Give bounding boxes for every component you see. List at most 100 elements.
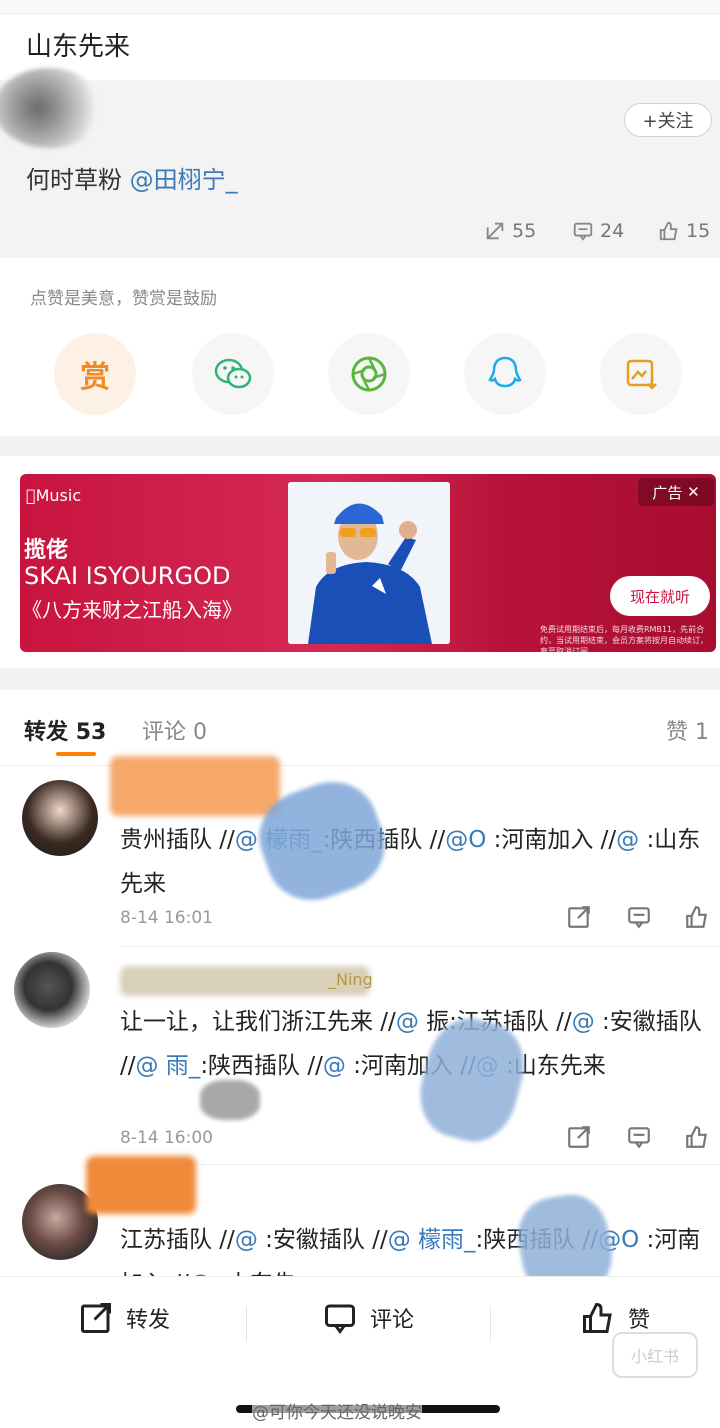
repost-icon [81,1303,111,1333]
tab-like[interactable]: 赞 1 [666,714,709,746]
thumbs-up-icon [686,1126,707,1148]
repost-2-time: 8-14 16:00 [120,1128,213,1148]
ad-artist: 揽佬 [24,538,69,563]
repost-text-segment: :安徽插队 // [265,1227,388,1253]
repost-2-name-suffix: _Ning [328,970,373,989]
repost-text-segment: 让一让，让我们浙江先来 // [120,1009,396,1035]
repost-text-segment: :陕 [475,1227,507,1253]
ad-artist-photo [288,482,450,644]
repost-text-segment [486,827,493,853]
wechat-icon [214,358,252,389]
share-count: 55 [512,220,537,242]
repost-1-comment-button[interactable] [626,904,652,934]
tabs-bar [0,690,720,766]
reward-button[interactable]: 赏 [54,333,136,415]
follow-button[interactable]: +关注 [624,103,712,137]
bottom-repost-label: 转发 [126,1308,171,1333]
bottom-like-button[interactable]: 赞 [580,1300,650,1336]
top-edge [0,0,720,14]
redaction-scribble [200,1080,260,1120]
comment-icon [628,1127,650,1149]
mention-link[interactable]: @ [396,1009,419,1035]
moments-icon [351,356,387,392]
tab-repost[interactable]: 转发 53 [24,714,106,746]
mention-link[interactable]: @ [388,1227,411,1253]
comment-icon [573,222,593,241]
repost-text-segment: 贵州插队 // [120,827,235,853]
apple-music-logo: Music [26,486,81,505]
repost-1-username[interactable] [110,756,280,816]
repost-2-avatar[interactable] [14,952,90,1028]
bar-separator [490,1306,491,1342]
mention-link[interactable]: @O [445,827,486,853]
ad-banner[interactable]: Music 揽佬 SKAI ISYOURGOD 《八方来财之江船入海》 广告 … [20,474,716,652]
repost-1-time: 8-14 16:01 [120,908,213,928]
share-stat[interactable]: 55 [484,220,536,242]
share-wechat-button[interactable] [192,333,274,415]
tab-active-indicator [56,752,96,756]
mention-link[interactable]: @ [235,827,258,853]
row-separator [120,1164,720,1165]
share-qq-button[interactable] [464,333,546,415]
quoted-post-mention[interactable]: @田栩宁_ [130,166,238,194]
bottom-comment-label: 评论 [370,1308,415,1333]
comment-stat[interactable]: 24 [572,220,624,242]
repost-2-share-button[interactable] [566,1124,592,1154]
section-divider [0,436,720,456]
share-moments-button[interactable] [328,333,410,415]
comment-icon [628,907,650,929]
repost-1-avatar[interactable] [22,780,98,856]
reward-tip: 点赞是美意，赞赏是鼓励 [30,289,217,309]
save-image-icon [626,359,657,390]
ad-fine-print: 免费试用期结束后，每月收费RMB11，先前合约，当试用期结束，会员方案将按月自动… [540,625,708,652]
reward-label: 赏 [80,360,110,395]
mention-link[interactable]: @ [235,1227,258,1253]
repost-3-username[interactable] [86,1156,196,1214]
quoted-post-text: 何时草粉 @田栩宁_ [26,160,238,195]
bottom-comment-button[interactable]: 评论 [322,1300,414,1336]
comment-icon [325,1304,355,1334]
repost-1-like-button[interactable] [684,904,710,934]
bar-separator [246,1306,247,1342]
watermark-logo: 小红书 [612,1332,698,1378]
bottom-repost-button[interactable]: 转发 [78,1300,170,1336]
save-image-button[interactable] [600,333,682,415]
like-stat[interactable]: 15 [658,220,710,242]
share-icon [568,1126,590,1148]
thumbs-up-icon [686,906,707,928]
comment-count: 24 [600,220,625,242]
like-count: 15 [686,220,711,242]
share-icon [568,906,590,928]
mention-link[interactable]: @ [136,1053,159,1079]
row-separator [120,946,720,947]
repost-text-segment: :河 [493,827,525,853]
watermark-credit: @可你今天还没说晚安 [252,1398,422,1423]
share-icon [486,222,504,240]
repost-1-share-button[interactable] [566,904,592,934]
qq-icon [488,356,522,388]
repost-2-like-button[interactable] [684,1124,710,1154]
repost-1-text: 贵州插队 //@ 檬雨_:陕西插队 //@O :河南加入 //@ :山东先来 [120,818,710,906]
repost-2-comment-button[interactable] [626,1124,652,1154]
close-icon[interactable]: ✕ [687,483,700,501]
ad-cta-button[interactable]: 现在就听 [610,576,710,616]
apple-icon:  [26,486,36,505]
repost-text-segment: :陕西插队 // [200,1053,323,1079]
mention-link[interactable]: 檬雨_ [411,1227,476,1253]
thumbs-up-icon [583,1302,612,1333]
ad-tag[interactable]: 广告 ✕ [638,478,714,506]
ad-track: 《八方来财之江船入海》 [22,598,242,622]
bottom-like-label: 赞 [628,1308,651,1333]
tab-comment[interactable]: 评论 0 [142,714,207,746]
ad-album: SKAI ISYOURGOD [24,562,231,590]
mention-link[interactable]: @ [616,827,639,853]
repost-text-segment: 江苏插队 // [120,1227,235,1253]
repost-2-text: 让一让，让我们浙江先来 //@ 振:江苏插队 //@ :安徽插队 //@ 雨_:… [120,1000,710,1088]
mention-link[interactable]: 雨_ [159,1053,201,1079]
repost-text-segment [595,1009,602,1035]
mention-link[interactable]: @ [572,1009,595,1035]
mention-link[interactable]: @ [323,1053,346,1079]
section-divider-2 [0,668,720,690]
thumbs-up-icon [659,221,678,241]
quoted-post-text-prefix: 何时草粉 [26,166,130,194]
